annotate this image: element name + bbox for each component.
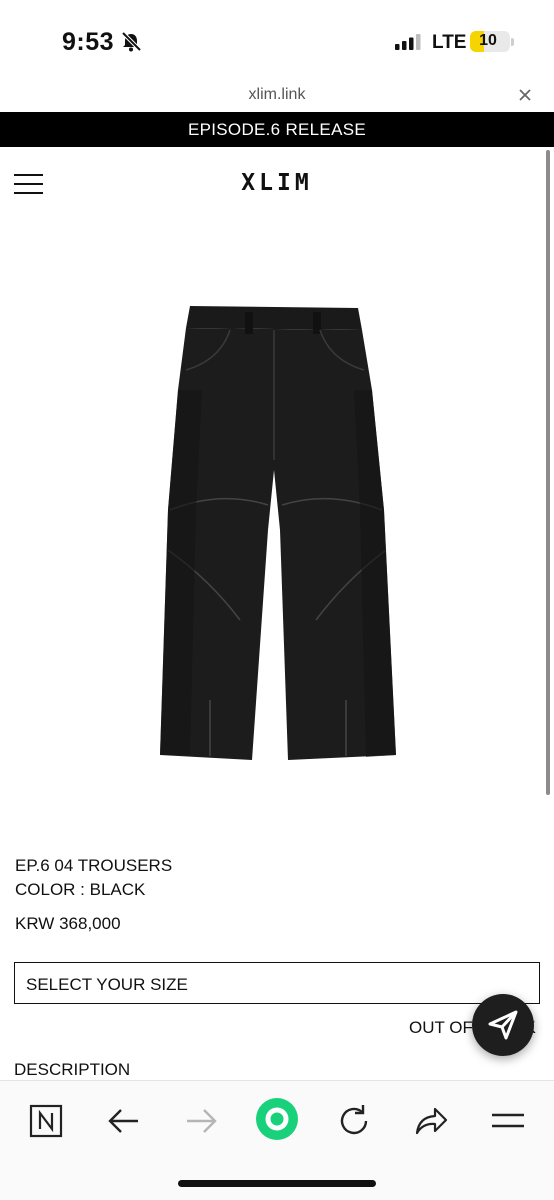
product-name: EP.6 04 TROUSERS (15, 856, 173, 875)
signal-icon (395, 34, 421, 50)
scrollbar[interactable] (546, 150, 550, 795)
description-toggle[interactable]: DESCRIPTION (14, 1060, 130, 1080)
network-label: LTE (432, 32, 467, 53)
paper-plane-icon (488, 1010, 518, 1040)
battery-level: 10 (479, 32, 497, 49)
status-time: 9:53 (62, 28, 115, 56)
url-bar[interactable]: xlim.link (0, 80, 554, 112)
close-icon[interactable] (516, 86, 534, 104)
product-color: COLOR : BLACK (15, 880, 146, 899)
home-circle-icon[interactable] (255, 1097, 299, 1141)
product-price: KRW 368,000 (15, 914, 121, 933)
send-fab-button[interactable] (472, 994, 534, 1056)
home-indicator[interactable] (178, 1180, 376, 1187)
url-text: xlim.link (248, 86, 306, 103)
refresh-icon[interactable] (334, 1101, 374, 1141)
menu-icon[interactable] (488, 1101, 528, 1141)
share-icon[interactable] (411, 1101, 451, 1141)
forward-arrow-icon[interactable] (181, 1101, 221, 1141)
product-image[interactable] (150, 300, 410, 765)
size-select-label: SELECT YOUR SIZE (26, 975, 188, 994)
bell-slash-icon (121, 31, 142, 52)
back-arrow-icon[interactable] (104, 1101, 144, 1141)
naver-icon[interactable] (26, 1101, 66, 1141)
battery-icon: 10 (470, 31, 510, 52)
status-bar: 9:53 LTE 10 (0, 0, 554, 80)
brand-logo[interactable]: XLIM (0, 170, 554, 196)
size-select[interactable]: SELECT YOUR SIZE (14, 962, 540, 1004)
battery-tip (511, 38, 514, 46)
promo-banner[interactable]: EPISODE.6 RELEASE (0, 112, 554, 147)
